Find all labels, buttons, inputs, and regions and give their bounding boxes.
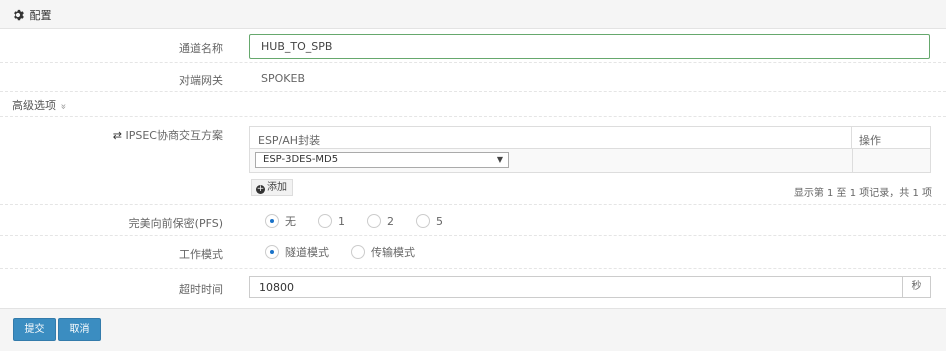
panel-title-text: 配置 [29,9,52,22]
mode-option-tunnel-label: 隧道模式 [285,246,329,259]
plus-circle-icon: + [256,184,265,194]
peer-gateway-label: 对端网关 [179,74,223,87]
dropdown-arrow-icon: ▼ [496,155,503,164]
advanced-options-row: 高级选项 » [0,92,946,117]
timeout-unit: 秒 [902,276,931,298]
pfs-option-2-label: 2 [387,214,394,228]
table-header-actions: 操作 [852,127,930,149]
pfs-option-none-label: 无 [285,215,296,228]
channel-name-input[interactable] [249,34,930,59]
timeout-label: 超时时间 [179,283,223,296]
form-footer: 提交 取消 [0,308,946,351]
advanced-options-label: 高级选项 [12,99,56,112]
panel-title: 配置 [12,7,52,23]
radio-icon [351,245,365,259]
pfs-option-2[interactable]: 2 [367,214,394,228]
exchange-icon: ⇄ [112,129,122,142]
pfs-option-1-label: 1 [338,214,345,228]
pfs-label: 完美向前保密(PFS) [128,217,223,230]
radio-checked-icon [265,214,279,228]
mode-option-tunnel[interactable]: 隧道模式 [265,244,329,260]
mode-radio-group: 隧道模式 传输模式 [265,244,437,260]
encapsulation-select-value: ESP-3DES-MD5 [263,154,339,165]
table-column-divider [852,149,853,172]
pfs-option-5[interactable]: 5 [416,214,443,228]
table-row: ESP-3DES-MD5 ▼ [250,149,930,172]
submit-button[interactable]: 提交 [13,318,56,341]
mode-option-transport[interactable]: 传输模式 [351,244,415,260]
ipsec-label: ⇄ IPSEC协商交互方案 [113,127,223,143]
table-header-encapsulation: ESP/AH封装 [250,127,852,149]
pfs-option-1[interactable]: 1 [318,214,345,228]
peer-gateway-value: SPOKEB [261,72,305,85]
add-button[interactable]: + 添加 [251,179,293,196]
pager-info: 显示第 1 至 1 项记录，共 1 项 [793,188,932,199]
mode-label: 工作模式 [179,248,223,261]
add-button-label: 添加 [267,182,287,193]
encapsulation-select[interactable]: ESP-3DES-MD5 ▼ [255,152,509,168]
ipsec-table: ESP/AH封装 操作 ESP-3DES-MD5 ▼ [249,126,931,173]
cancel-button[interactable]: 取消 [58,318,101,341]
gear-icon [14,9,24,21]
channel-name-label: 通道名称 [179,42,223,55]
mode-option-transport-label: 传输模式 [371,246,415,259]
pfs-option-5-label: 5 [436,214,443,228]
panel-header: 配置 [0,0,946,29]
ipsec-label-text: IPSEC协商交互方案 [125,129,224,142]
radio-checked-icon [265,245,279,259]
advanced-options-toggle[interactable]: 高级选项 » [12,97,69,113]
chevron-down-icon: » [57,103,69,110]
pfs-row: 完美向前保密(PFS) 无 1 2 5 [0,205,946,236]
channel-name-row: 通道名称 [0,29,946,63]
timeout-input[interactable] [249,276,902,298]
pfs-radio-group: 无 1 2 5 [265,213,465,229]
peer-gateway-row: 对端网关 SPOKEB [0,63,946,92]
radio-icon [416,214,430,228]
pfs-option-none[interactable]: 无 [265,213,296,229]
radio-icon [318,214,332,228]
radio-icon [367,214,381,228]
mode-row: 工作模式 隧道模式 传输模式 [0,236,946,269]
